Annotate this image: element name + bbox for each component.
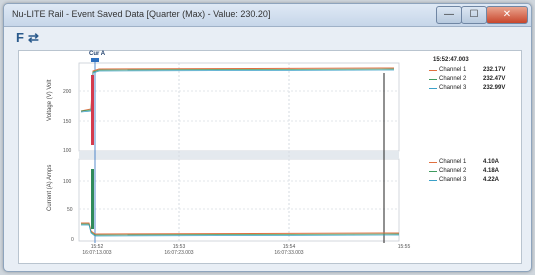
legend-name: Channel 2: [439, 76, 467, 82]
legend-swatch: [429, 79, 437, 80]
legend-value: 232.99V: [483, 85, 506, 91]
panel-separator: [79, 151, 399, 159]
voltage-tick: 150: [63, 119, 72, 125]
app-window: Nu-LITE Rail - Event Saved Data [Quarter…: [3, 3, 532, 272]
x-tick: 15:52 16:07:13.003: [82, 244, 112, 256]
voltage-tick: 200: [63, 89, 72, 95]
x-tick: 15:53 16:07:23.003: [164, 244, 194, 256]
legend-name: Channel 1: [439, 67, 467, 73]
legend-name: Channel 3: [439, 85, 467, 91]
voltage-panel-frame: [78, 62, 400, 152]
plot-area[interactable]: Cur A Voltage (V) Volt Current (A) Amps …: [18, 50, 522, 264]
legend-value: 4.22A: [483, 177, 500, 183]
voltage-tick: 100: [63, 148, 72, 154]
current-event-spike: [91, 169, 94, 229]
minimize-button[interactable]: —: [436, 6, 462, 24]
legend-name: Channel 1: [439, 159, 467, 165]
maximize-button[interactable]: ☐: [461, 6, 487, 24]
close-button[interactable]: ✕: [486, 6, 528, 24]
current-trace-ch1: [81, 222, 400, 235]
voltage-event-spike: [91, 75, 94, 145]
legend-value: 232.17V: [483, 67, 506, 73]
cursor-a-label[interactable]: Cur A: [89, 51, 105, 57]
window-title: Nu-LITE Rail - Event Saved Data [Quarter…: [12, 9, 271, 19]
cursor-a-marker: [91, 58, 99, 62]
legend-swatch: [429, 162, 437, 163]
voltage-trace-ch2: [80, 68, 395, 112]
filter-tool-icon[interactable]: F: [16, 30, 24, 45]
legend-name: Channel 3: [439, 177, 467, 183]
legend-swatch: [429, 88, 437, 89]
x-tick: 15:54 16:07:33.003: [274, 244, 304, 256]
legend-value: 4.18A: [483, 168, 500, 174]
current-tick: 100: [63, 179, 72, 185]
swap-tool-icon[interactable]: ⇄: [28, 30, 39, 46]
title-bar[interactable]: Nu-LITE Rail - Event Saved Data [Quarter…: [4, 4, 531, 27]
legend-value: 232.47V: [483, 76, 506, 82]
x-tick: 15:55: [397, 244, 411, 250]
current-axis-label: Current (A) Amps: [47, 164, 53, 211]
legend-value: 4.10A: [483, 159, 500, 165]
legend-timestamp: 15:52:47.003: [433, 57, 469, 63]
current-panel-frame: [78, 158, 400, 242]
legend-swatch: [429, 171, 437, 172]
voltage-legend: 15:52:47.003 Channel 1 232.17V Channel 2…: [419, 57, 514, 97]
current-tick: 0: [71, 237, 74, 243]
current-tick: 50: [67, 207, 73, 213]
legend-name: Channel 2: [439, 168, 467, 174]
legend-swatch: [429, 180, 437, 181]
legend-swatch: [429, 70, 437, 71]
voltage-trace-ch1: [80, 67, 395, 112]
voltage-axis-label: Voltage (V) Volt: [47, 79, 53, 121]
current-legend: Channel 1 4.10A Channel 2 4.18A Channel …: [419, 159, 514, 189]
